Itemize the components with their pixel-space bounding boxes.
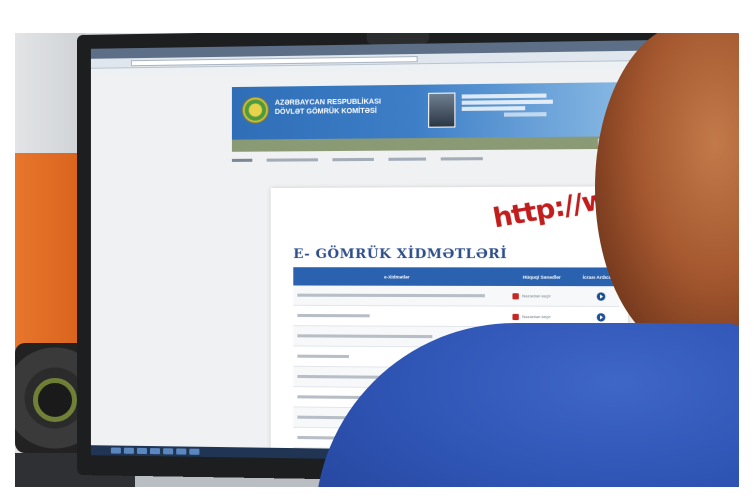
- column-header-docs: Hüquqi Sənədlər: [522, 274, 561, 280]
- portrait-image: [428, 92, 456, 128]
- nav-item-2[interactable]: [332, 157, 374, 161]
- taskbar-button[interactable]: [189, 448, 200, 455]
- photo-scene: AZƏRBAYCAN RESPUBLİKASI DÖVLƏT GÖMRÜK KO…: [15, 33, 739, 487]
- nav-item-1[interactable]: [266, 157, 318, 162]
- column-header-service: e-Xidmətlər: [383, 273, 410, 280]
- person-foreground: [315, 33, 739, 487]
- docs-cell[interactable]: Nəzərdən keçir: [502, 292, 582, 299]
- agency-title-line2: DÖVLƏT GÖMRÜK KOMİTƏSİ: [274, 107, 377, 116]
- taskbar-button[interactable]: [163, 448, 174, 455]
- nav-item-back[interactable]: [231, 158, 253, 162]
- service-cell: [293, 313, 502, 318]
- hair: [595, 33, 739, 353]
- emblem-icon[interactable]: [242, 96, 269, 124]
- docs-link[interactable]: Nəzərdən keçir: [522, 293, 551, 298]
- pdf-icon: [512, 292, 519, 299]
- header-quote: [461, 93, 557, 117]
- taskbar-button[interactable]: [176, 448, 187, 455]
- table-row[interactable]: Nəzərdən keçir: [293, 285, 620, 308]
- speaker-ring: [33, 378, 77, 422]
- docs-cell[interactable]: Nəzərdən keçir: [502, 313, 582, 320]
- orange-chair: [15, 153, 85, 373]
- taskbar-button[interactable]: [149, 448, 161, 455]
- page-title: E- GÖMRÜK XİDMƏTLƏRİ: [293, 246, 508, 263]
- taskbar-button[interactable]: [136, 447, 147, 455]
- nav-item-4[interactable]: [440, 156, 483, 160]
- taskbar-button[interactable]: [110, 447, 121, 454]
- docs-link[interactable]: Nəzərdən keçir: [522, 314, 551, 319]
- services-table-header: e-Xidmətlər Hüquqi Sənədlər İcrası Ardıc…: [293, 267, 620, 287]
- taskbar-button[interactable]: [123, 447, 134, 454]
- service-cell: [293, 293, 502, 298]
- agency-title[interactable]: AZƏRBAYCAN RESPUBLİKASI DÖVLƏT GÖMRÜK KO…: [275, 97, 441, 117]
- nav-item-3[interactable]: [388, 156, 427, 161]
- pdf-icon: [512, 313, 519, 320]
